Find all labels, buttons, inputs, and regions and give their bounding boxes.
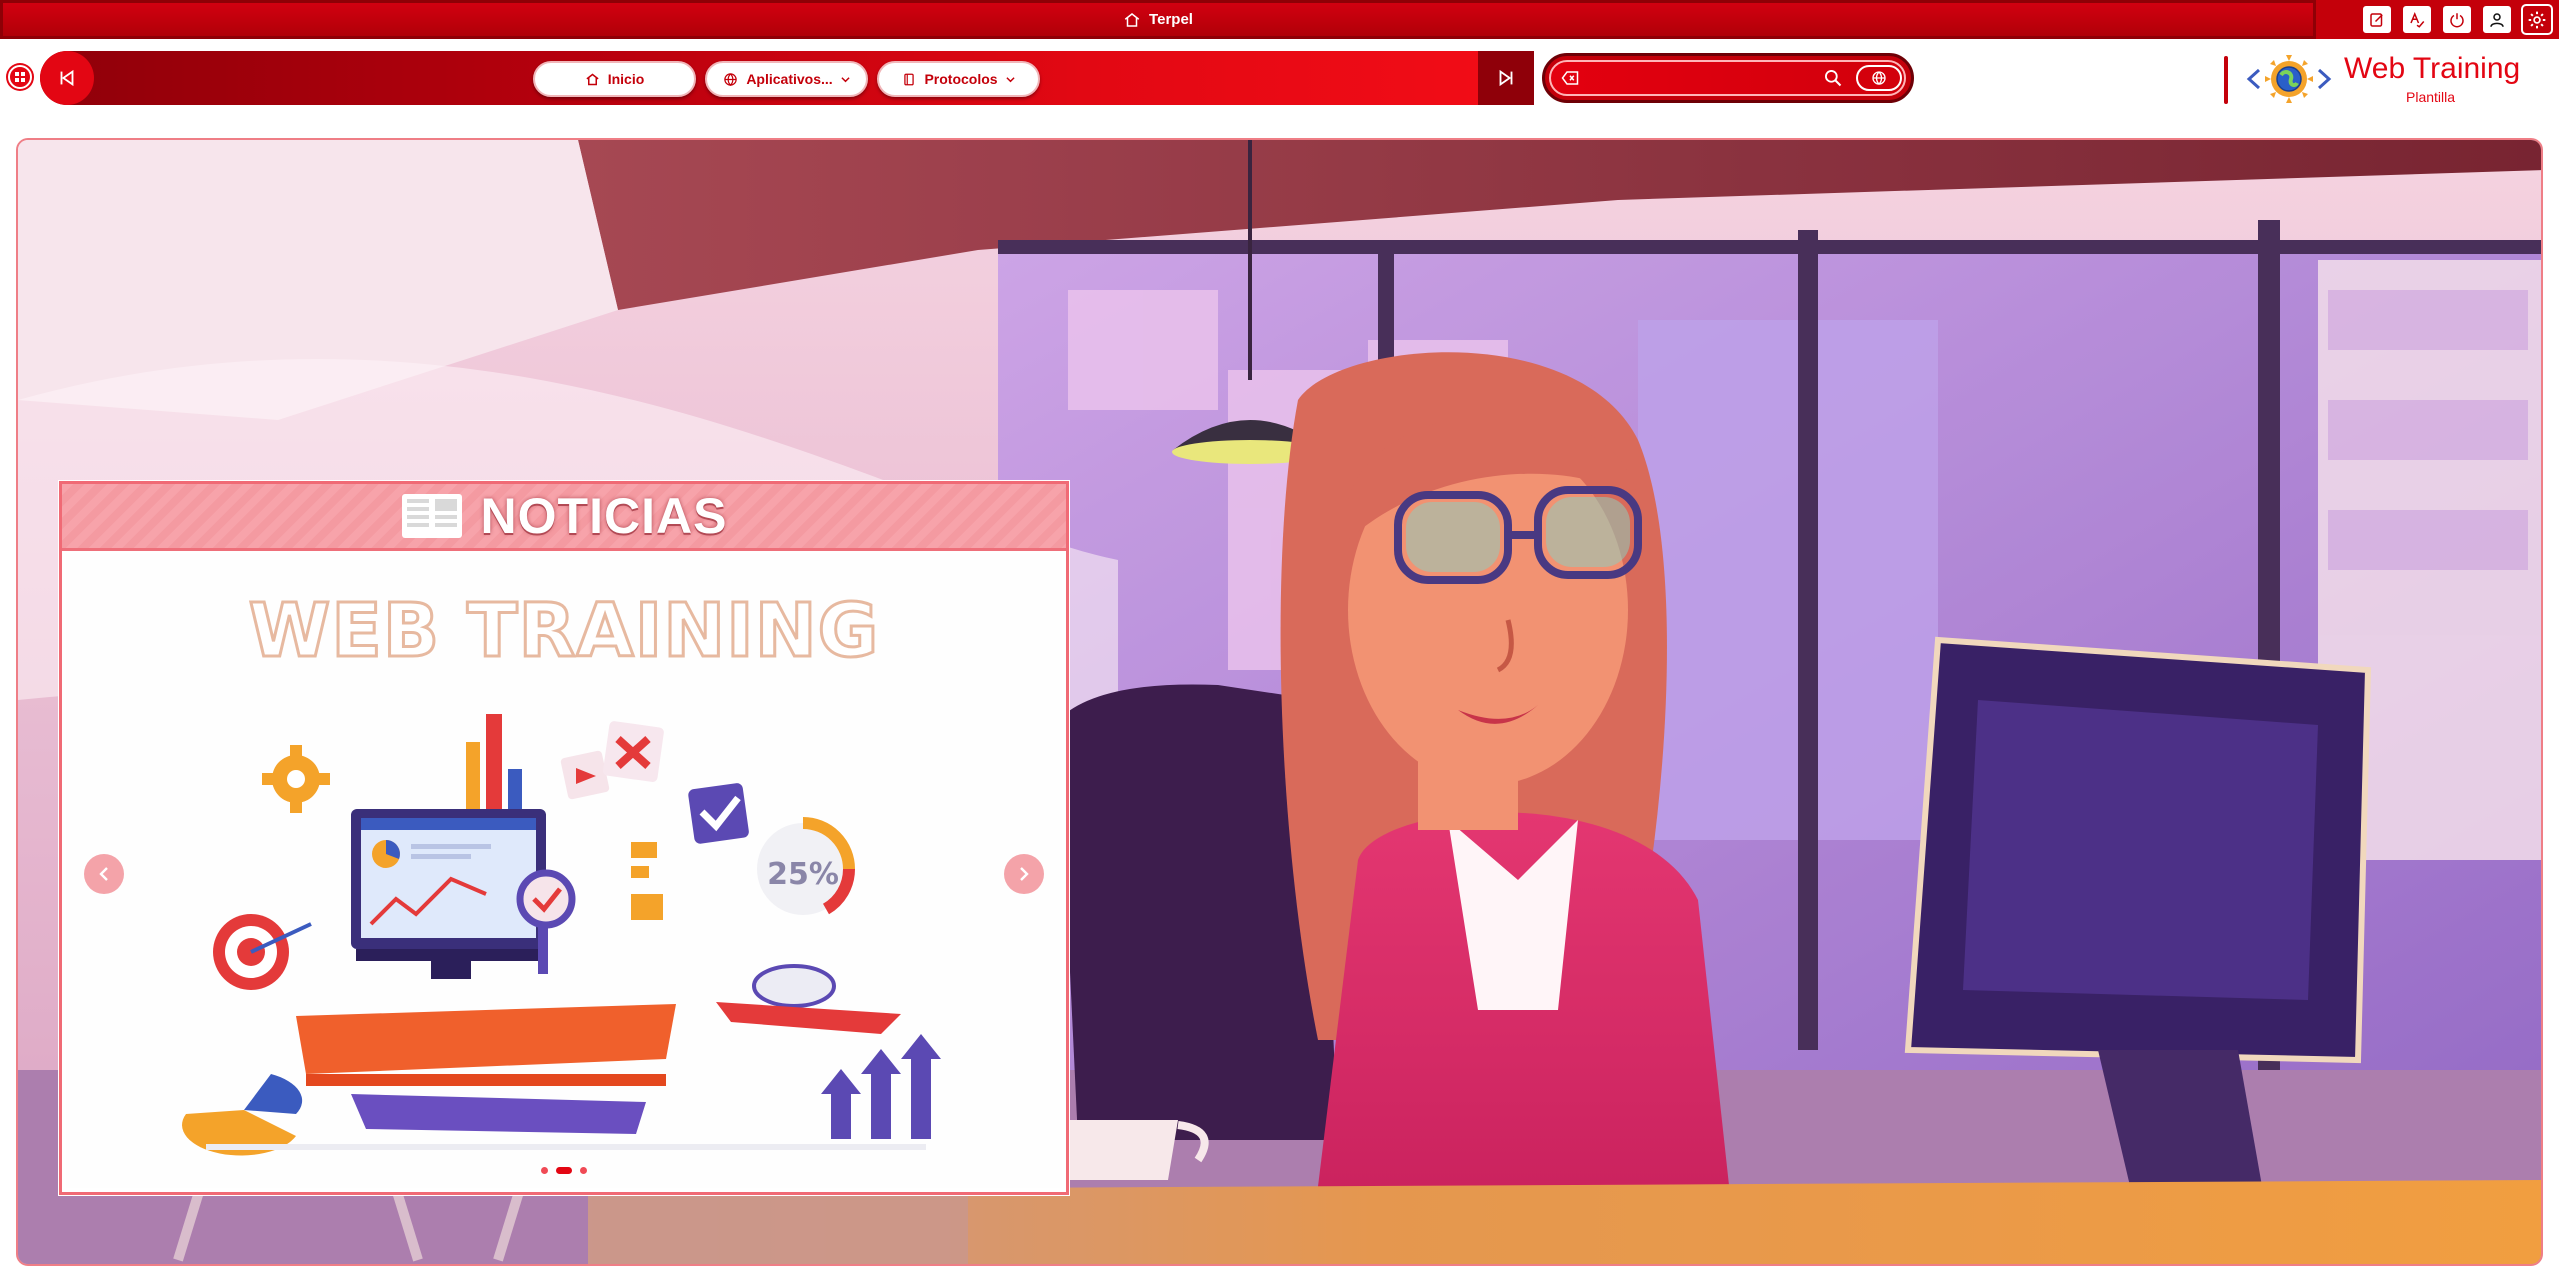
user-button[interactable] [2481, 4, 2513, 35]
window-title: Terpel [1149, 11, 1193, 28]
main-toolbar: Inicio Aplicativos... Protocolos Web Tra… [0, 46, 2559, 120]
news-carousel: WEB TRAINING 25% [66, 554, 1062, 1188]
title-bar-center: Terpel [0, 0, 2316, 39]
skip-forward-icon [1499, 69, 1513, 87]
search-field [1549, 60, 1906, 96]
previous-button[interactable] [40, 51, 94, 105]
carousel-dot[interactable] [580, 1167, 587, 1174]
news-card: NOTICIAS WEB TRAINING 25% [59, 481, 1069, 1195]
chevron-right-icon [1020, 867, 1029, 881]
grid-icon [15, 72, 25, 82]
protocols-menu-label: Protocolos [924, 71, 998, 87]
apps-menu-label: Aplicativos... [746, 71, 833, 87]
web-search-button[interactable] [1856, 65, 1902, 91]
search-input[interactable] [1585, 66, 1835, 90]
gear-icon [2528, 11, 2546, 28]
power-button[interactable] [2441, 4, 2473, 35]
settings-button[interactable] [2521, 4, 2553, 35]
carousel-dot[interactable] [541, 1167, 548, 1174]
brand-title: Web Training [2344, 52, 2521, 85]
home-menu-label: Inicio [607, 71, 645, 87]
clear-icon[interactable] [1561, 70, 1579, 86]
power-icon [2450, 12, 2464, 27]
web-training-logo [2246, 55, 2332, 103]
carousel-dot-active[interactable] [556, 1167, 572, 1174]
home-icon [1124, 12, 1140, 27]
edit-button[interactable] [2361, 4, 2393, 35]
home-menu-button[interactable]: Inicio [533, 61, 696, 97]
search-box [1542, 53, 1914, 103]
user-icon [2490, 12, 2504, 27]
chevron-down-icon [841, 76, 850, 82]
home-icon [586, 73, 599, 85]
brand-subtitle: Plantilla [2406, 89, 2456, 105]
apps-grid-button[interactable] [8, 65, 32, 89]
brand-divider [2224, 56, 2228, 104]
edit-icon [2370, 12, 2383, 27]
search-icon[interactable] [1823, 68, 1843, 88]
apps-menu-button[interactable]: Aplicativos... [705, 61, 868, 97]
title-actions [2361, 4, 2553, 35]
news-title: NOTICIAS [480, 488, 728, 544]
book-icon [904, 73, 915, 85]
carousel-next-button[interactable] [1004, 854, 1044, 894]
spellcheck-button[interactable] [2401, 4, 2433, 35]
gauge-label: 25% [767, 857, 839, 892]
carousel-indicators [66, 1167, 1062, 1174]
spellcheck-icon [2410, 11, 2425, 28]
next-button[interactable] [1478, 51, 1534, 105]
slide-illustration: 25% [182, 714, 941, 1156]
chevron-left-icon [99, 867, 108, 881]
skip-back-icon [60, 69, 74, 87]
title-bar: Terpel [0, 0, 2559, 39]
news-header: NOTICIAS [62, 484, 1066, 551]
main-scene: NOTICIAS WEB TRAINING 25% [16, 138, 2543, 1266]
globe-icon [724, 72, 738, 86]
chevron-down-icon [1005, 76, 1015, 82]
globe-icon [1872, 71, 1886, 85]
carousel-prev-button[interactable] [84, 854, 124, 894]
newspaper-icon [401, 494, 462, 538]
protocols-menu-button[interactable]: Protocolos [877, 61, 1040, 97]
